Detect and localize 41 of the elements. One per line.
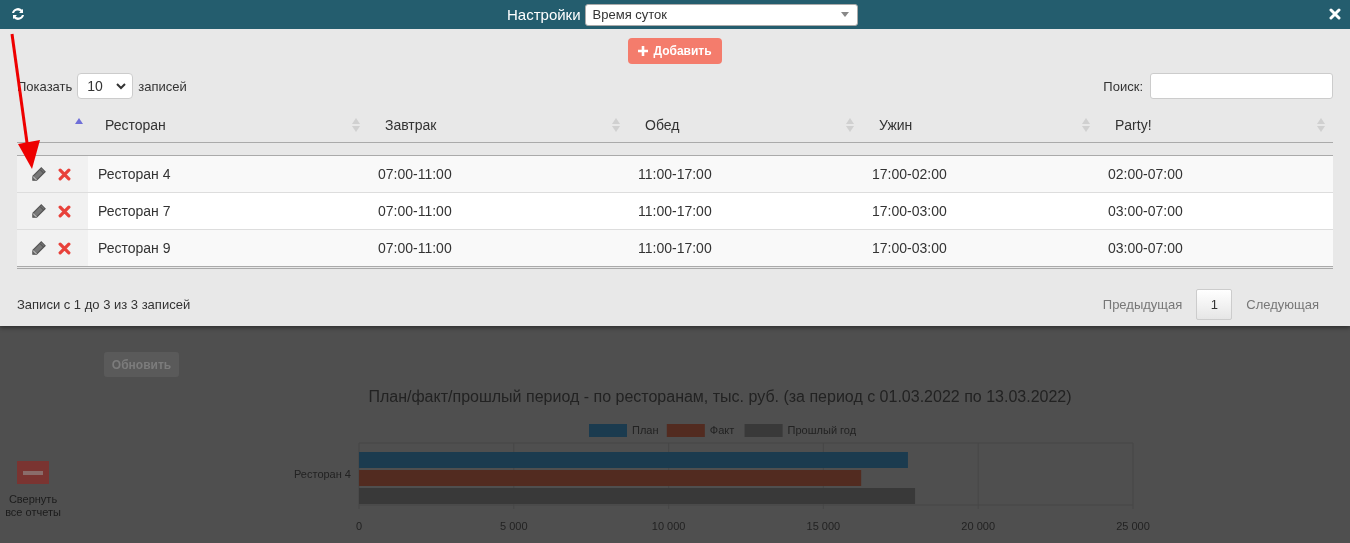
select-field[interactable]: Время суток	[584, 3, 858, 26]
table-cell: Ресторан 4	[98, 166, 171, 182]
close-icon[interactable]	[1329, 8, 1341, 20]
page-button[interactable]: 1	[1196, 289, 1233, 320]
pencil-icon[interactable]	[31, 166, 46, 182]
chevron-icon	[116, 82, 127, 90]
table-cell: 07:00-11:00	[378, 203, 452, 219]
column-header[interactable]: Завтрак	[385, 117, 437, 133]
search-field[interactable]	[1150, 73, 1333, 99]
pencil-icon[interactable]	[31, 203, 46, 219]
sort-ascending-icon[interactable]	[75, 118, 83, 124]
table-info: Записи с 1 до 3 из 3 записей	[17, 297, 191, 312]
page-length-select[interactable]: 10	[77, 73, 134, 99]
column-header[interactable]: Обед	[645, 117, 680, 133]
plus-icon	[638, 46, 649, 56]
table-cell: 07:00-11:00	[378, 240, 452, 256]
table-cell: 03:00-07:00	[1108, 240, 1183, 256]
column-header[interactable]: Ужин	[879, 117, 913, 133]
table-cell: Ресторан 9	[98, 240, 171, 256]
caret-icon	[840, 12, 849, 17]
refresh-icon[interactable]	[11, 7, 25, 21]
table-cell: 17:00-03:00	[872, 203, 947, 219]
table-cell: 02:00-07:00	[1108, 166, 1183, 182]
pencil-icon[interactable]	[31, 240, 46, 256]
delete-icon[interactable]	[58, 241, 71, 255]
modal-title: Настройки	[507, 6, 581, 23]
table-cell: 03:00-07:00	[1108, 203, 1183, 219]
delete-icon[interactable]	[58, 204, 71, 218]
column-header[interactable]: Ресторан	[105, 117, 166, 133]
entries-label: записей	[138, 78, 187, 94]
table-cell: 17:00-02:00	[872, 166, 947, 182]
delete-icon[interactable]	[58, 167, 71, 181]
table-cell: 07:00-11:00	[378, 166, 452, 182]
table-cell: 17:00-03:00	[872, 240, 947, 256]
table-cell: 11:00-17:00	[638, 166, 712, 182]
table-cell: 11:00-17:00	[638, 203, 712, 219]
table-cell: 11:00-17:00	[638, 240, 712, 256]
table-cell: Ресторан 7	[98, 203, 171, 219]
minus-icon[interactable]	[17, 461, 49, 484]
search-label: Поиск:	[1103, 78, 1143, 94]
column-header[interactable]: Party!	[1115, 117, 1152, 133]
